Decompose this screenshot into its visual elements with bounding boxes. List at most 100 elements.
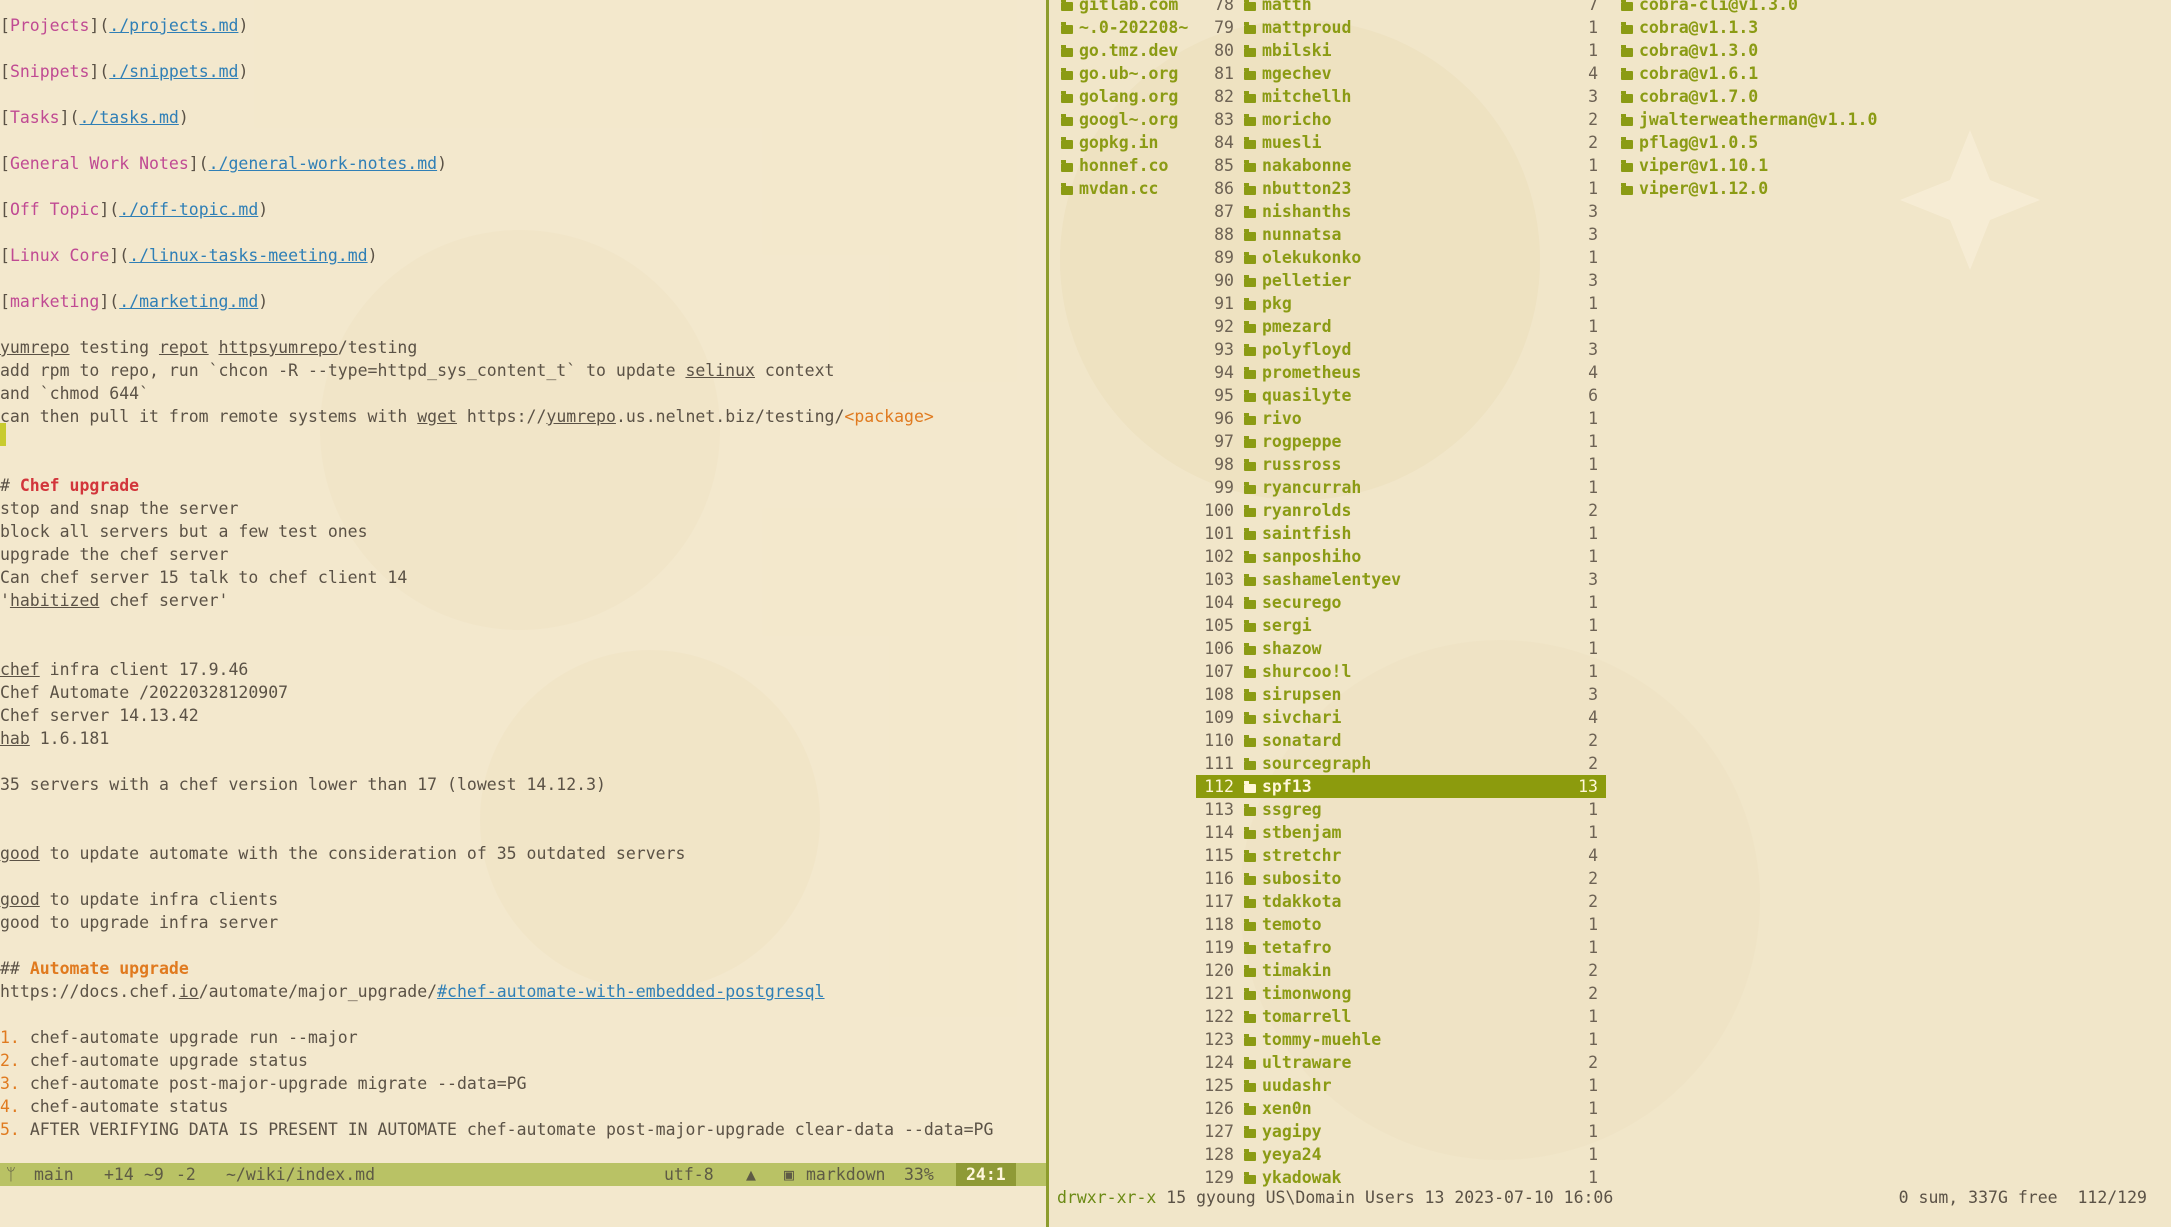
directory-entry[interactable]: 102 sanposhiho 1 bbox=[1196, 545, 1606, 568]
directory-entry[interactable]: 101 saintfish 1 bbox=[1196, 522, 1606, 545]
directory-entry[interactable]: 118 temoto 1 bbox=[1196, 913, 1606, 936]
directory-entry[interactable]: 116 subosito 2 bbox=[1196, 867, 1606, 890]
editor-line[interactable]: 35 servers with a chef version lower tha… bbox=[0, 773, 606, 796]
directory-entry[interactable]: 80 mbilski 1 bbox=[1196, 39, 1606, 62]
directory-entry[interactable]: 83 moricho 2 bbox=[1196, 108, 1606, 131]
directory-entry[interactable]: 78 matth 7 bbox=[1196, 0, 1606, 16]
markdown-link[interactable]: #chef-automate-with-embedded-postgresql bbox=[437, 982, 824, 1001]
directory-entry[interactable]: 104 securego 1 bbox=[1196, 591, 1606, 614]
markdown-link[interactable]: ./general-work-notes.md bbox=[209, 154, 437, 173]
directory-entry[interactable]: 120 timakin 2 bbox=[1196, 959, 1606, 982]
directory-entry[interactable]: 79 mattproud 1 bbox=[1196, 16, 1606, 39]
directory-entry[interactable]: 128 yeya24 1 bbox=[1196, 1143, 1606, 1166]
editor-line[interactable]: good to update infra clients bbox=[0, 888, 278, 911]
directory-entry[interactable]: 119 tetafro 1 bbox=[1196, 936, 1606, 959]
editor-line[interactable]: yumrepo testing repot httpsyumrepo/testi… bbox=[0, 336, 417, 359]
editor-line[interactable]: [Off Topic](./off-topic.md) bbox=[0, 198, 268, 221]
directory-entry[interactable]: 103 sashamelentyev 3 bbox=[1196, 568, 1606, 591]
directory-entry[interactable]: 129 ykadowak 1 bbox=[1196, 1166, 1606, 1189]
directory-entry[interactable]: 114 stbenjam 1 bbox=[1196, 821, 1606, 844]
directory-entry[interactable]: 97 rogpeppe 1 bbox=[1196, 430, 1606, 453]
directory-entry[interactable]: 96 rivo 1 bbox=[1196, 407, 1606, 430]
preview-entry[interactable]: cobra@v1.7.0 bbox=[1619, 85, 1758, 108]
editor-line[interactable]: upgrade the chef server bbox=[0, 543, 228, 566]
directory-entry[interactable]: 84 muesli 2 bbox=[1196, 131, 1606, 154]
directory-entry[interactable]: 94 prometheus 4 bbox=[1196, 361, 1606, 384]
directory-entry[interactable]: 113 ssgreg 1 bbox=[1196, 798, 1606, 821]
directory-entry[interactable]: 98 russross 1 bbox=[1196, 453, 1606, 476]
editor-line[interactable]: can then pull it from remote systems wit… bbox=[0, 405, 934, 428]
markdown-link[interactable]: ./tasks.md bbox=[79, 108, 178, 127]
editor-line[interactable]: and `chmod 644` bbox=[0, 382, 149, 405]
directory-entry[interactable]: 100 ryanrolds 2 bbox=[1196, 499, 1606, 522]
editor-line[interactable]: 2. chef-automate upgrade status bbox=[0, 1049, 308, 1072]
markdown-link[interactable]: ./off-topic.md bbox=[119, 200, 258, 219]
directory-entry[interactable]: 92 pmezard 1 bbox=[1196, 315, 1606, 338]
editor-line[interactable]: add rpm to repo, run `chcon -R --type=ht… bbox=[0, 359, 834, 382]
editor-line[interactable]: [General Work Notes](./general-work-note… bbox=[0, 152, 447, 175]
directory-entry[interactable]: 110 sonatard 2 bbox=[1196, 729, 1606, 752]
directory-entry[interactable]: 126 xen0n 1 bbox=[1196, 1097, 1606, 1120]
selected-directory-entry[interactable]: 112 spf13 13 bbox=[1196, 775, 1606, 798]
editor-line[interactable]: 1. chef-automate upgrade run --major bbox=[0, 1026, 358, 1049]
directory-entry[interactable]: go.tmz.dev bbox=[1059, 39, 1178, 62]
directory-entry[interactable]: go.ub~.org bbox=[1059, 62, 1178, 85]
editor-line[interactable]: https://docs.chef.io/automate/major_upgr… bbox=[0, 980, 825, 1003]
directory-entry[interactable]: ~.0-202208~ bbox=[1059, 16, 1188, 39]
editor-line[interactable]: [Snippets](./snippets.md) bbox=[0, 60, 248, 83]
editor-line[interactable]: [Tasks](./tasks.md) bbox=[0, 106, 189, 129]
directory-entry[interactable]: googl~.org bbox=[1059, 108, 1178, 131]
directory-entry[interactable]: 127 yagipy 1 bbox=[1196, 1120, 1606, 1143]
directory-entry[interactable]: gopkg.in bbox=[1059, 131, 1158, 154]
editor-line[interactable]: Chef Automate /20220328120907 bbox=[0, 681, 288, 704]
directory-entry[interactable]: 123 tommy-muehle 1 bbox=[1196, 1028, 1606, 1051]
directory-entry[interactable]: honnef.co bbox=[1059, 154, 1168, 177]
directory-entry[interactable]: gitlab.com bbox=[1059, 0, 1178, 16]
preview-entry[interactable]: cobra@v1.1.3 bbox=[1619, 16, 1758, 39]
directory-entry[interactable]: 107 shurcoo!l 1 bbox=[1196, 660, 1606, 683]
editor-line[interactable]: chef infra client 17.9.46 bbox=[0, 658, 248, 681]
directory-entry[interactable]: 122 tomarrell 1 bbox=[1196, 1005, 1606, 1028]
preview-entry[interactable]: cobra@v1.3.0 bbox=[1619, 39, 1758, 62]
editor-line[interactable]: 'habitized chef server' bbox=[0, 589, 228, 612]
directory-entry[interactable]: 91 pkg 1 bbox=[1196, 292, 1606, 315]
editor-line[interactable]: good to upgrade infra server bbox=[0, 911, 278, 934]
preview-entry[interactable]: viper@v1.10.1 bbox=[1619, 154, 1768, 177]
markdown-link[interactable]: ./linux-tasks-meeting.md bbox=[129, 246, 367, 265]
directory-entry[interactable]: 85 nakabonne 1 bbox=[1196, 154, 1606, 177]
markdown-link[interactable]: ./marketing.md bbox=[119, 292, 258, 311]
editor-line[interactable]: Can chef server 15 talk to chef client 1… bbox=[0, 566, 407, 589]
directory-entry[interactable]: 86 nbutton23 1 bbox=[1196, 177, 1606, 200]
editor-line[interactable]: Chef server 14.13.42 bbox=[0, 704, 199, 727]
directory-entry[interactable]: golang.org bbox=[1059, 85, 1178, 108]
directory-entry[interactable]: 81 mgechev 4 bbox=[1196, 62, 1606, 85]
editor-line[interactable]: good to update automate with the conside… bbox=[0, 842, 685, 865]
markdown-link[interactable]: ./projects.md bbox=[109, 16, 238, 35]
editor-line[interactable]: [Projects](./projects.md) bbox=[0, 14, 248, 37]
editor-line[interactable]: ## Automate upgrade bbox=[0, 957, 189, 980]
preview-entry[interactable]: cobra-cli@v1.3.0 bbox=[1619, 0, 1798, 16]
directory-entry[interactable]: 108 sirupsen 3 bbox=[1196, 683, 1606, 706]
editor-line[interactable]: 3. chef-automate post-major-upgrade migr… bbox=[0, 1072, 527, 1095]
directory-entry[interactable]: 117 tdakkota 2 bbox=[1196, 890, 1606, 913]
directory-entry[interactable]: 99 ryancurrah 1 bbox=[1196, 476, 1606, 499]
directory-entry[interactable]: 90 pelletier 3 bbox=[1196, 269, 1606, 292]
directory-entry[interactable]: 115 stretchr 4 bbox=[1196, 844, 1606, 867]
directory-entry[interactable]: 121 timonwong 2 bbox=[1196, 982, 1606, 1005]
directory-entry[interactable]: 88 nunnatsa 3 bbox=[1196, 223, 1606, 246]
directory-entry[interactable]: 95 quasilyte 6 bbox=[1196, 384, 1606, 407]
directory-entry[interactable]: 105 sergi 1 bbox=[1196, 614, 1606, 637]
directory-entry[interactable]: mvdan.cc bbox=[1059, 177, 1158, 200]
directory-entry[interactable]: 109 sivchari 4 bbox=[1196, 706, 1606, 729]
editor-line[interactable]: hab 1.6.181 bbox=[0, 727, 109, 750]
directory-entry[interactable]: 82 mitchellh 3 bbox=[1196, 85, 1606, 108]
editor-line[interactable]: # Chef upgrade bbox=[0, 474, 139, 497]
directory-entry[interactable]: 87 nishanths 3 bbox=[1196, 200, 1606, 223]
editor-line[interactable]: 5. AFTER VERIFYING DATA IS PRESENT IN AU… bbox=[0, 1118, 993, 1141]
preview-entry[interactable]: pflag@v1.0.5 bbox=[1619, 131, 1758, 154]
editor-line[interactable]: [Linux Core](./linux-tasks-meeting.md) bbox=[0, 244, 378, 267]
preview-entry[interactable]: jwalterweatherman@v1.1.0 bbox=[1619, 108, 1877, 131]
preview-entry[interactable]: viper@v1.12.0 bbox=[1619, 177, 1768, 200]
directory-entry[interactable]: 125 uudashr 1 bbox=[1196, 1074, 1606, 1097]
directory-entry[interactable]: 111 sourcegraph 2 bbox=[1196, 752, 1606, 775]
